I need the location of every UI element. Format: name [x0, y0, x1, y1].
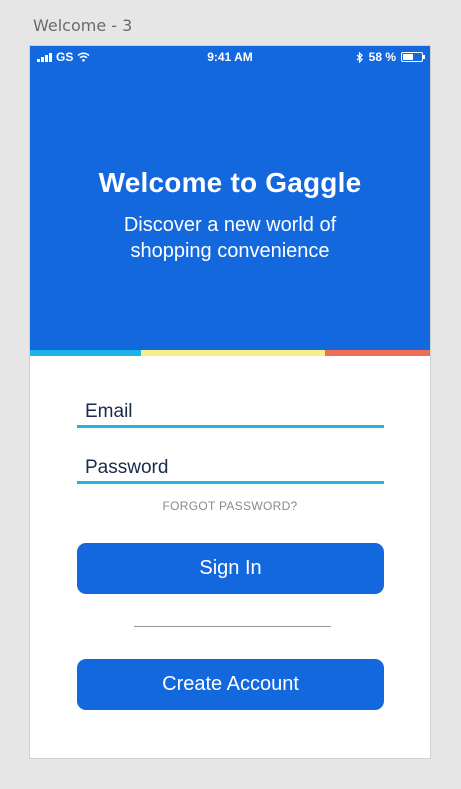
divider — [134, 626, 331, 627]
accent-stripe-yellow — [141, 350, 325, 356]
password-field[interactable] — [77, 454, 384, 484]
battery-icon — [401, 52, 425, 62]
battery-percent: 58 % — [368, 50, 396, 64]
artboard-label: Welcome - 3 — [33, 16, 133, 35]
status-right: 58 % — [356, 50, 425, 64]
accent-stripe-red — [325, 350, 430, 356]
email-field[interactable] — [77, 398, 384, 428]
hero-banner: GS 9:41 AM 58 % Welcome to Gaggle Discov… — [30, 46, 430, 352]
welcome-title: Welcome to Gaggle — [98, 167, 362, 198]
forgot-password-link[interactable]: FORGOT PASSWORD? — [30, 499, 430, 513]
bluetooth-icon — [356, 51, 363, 63]
welcome-subtitle: Discover a new world of shopping conveni… — [123, 214, 337, 262]
accent-stripe-blue — [30, 350, 141, 356]
create-account-button[interactable]: Create Account — [77, 659, 384, 710]
status-bar: GS 9:41 AM 58 % — [30, 46, 430, 68]
phone-screen: GS 9:41 AM 58 % Welcome to Gaggle Discov… — [29, 45, 431, 759]
sign-in-button[interactable]: Sign In — [77, 543, 384, 594]
